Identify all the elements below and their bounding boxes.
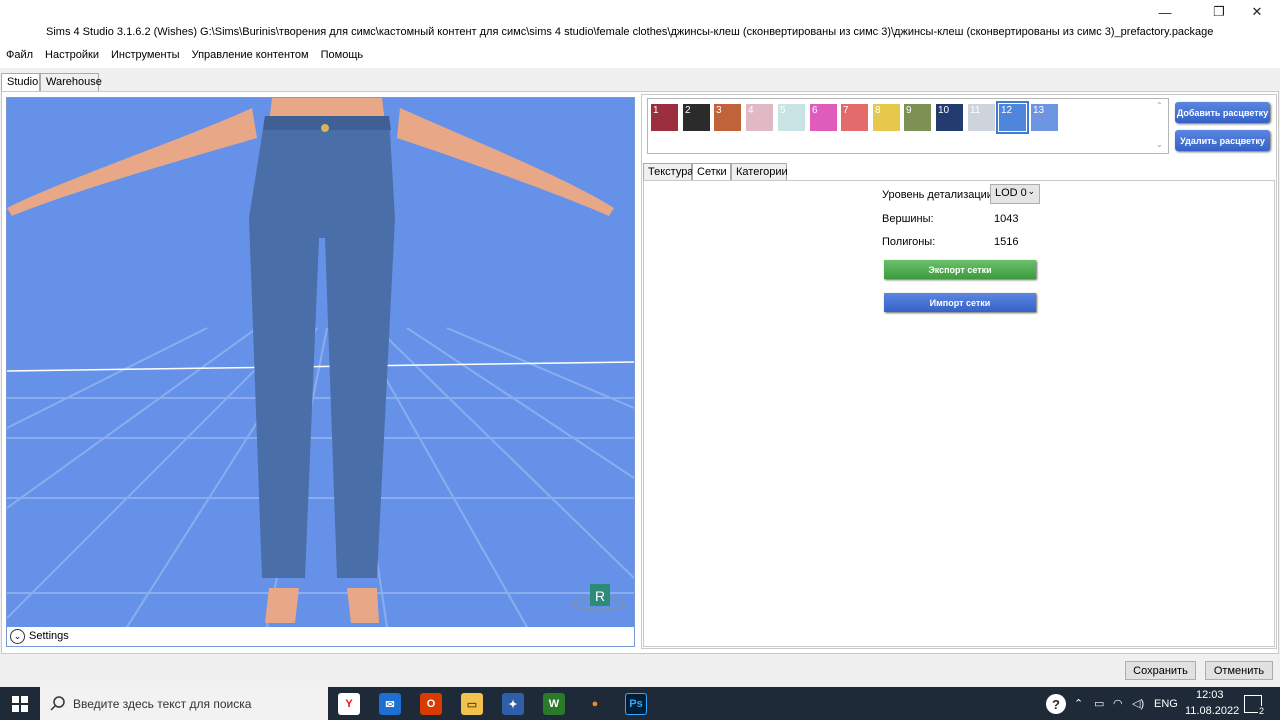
notification-count: 2 [1257,706,1265,716]
remove-swatch-button[interactable]: Удалить расцветку [1175,130,1270,151]
close-button[interactable]: ✕ [1234,0,1280,24]
mesh-tab-content [643,180,1275,647]
swatch-6[interactable]: 6 [810,104,837,131]
chevron-down-icon: ⌄ [1027,186,1035,196]
vertices-value: 1043 [994,213,1019,225]
clock-date[interactable]: 11.08.2022 [1185,705,1239,717]
3d-scene[interactable]: R [7,98,634,627]
volume-icon[interactable]: ◁) [1132,697,1144,710]
wholesale-app-icon[interactable]: W [543,693,565,715]
polygons-label: Полигоны: [882,236,936,248]
swatch-3[interactable]: 3 [714,104,741,131]
tab-studio[interactable]: Studio [1,73,40,92]
sims4studio-icon[interactable]: ✦ [502,693,524,715]
battery-icon[interactable]: ▭ [1094,697,1104,710]
swatch-2[interactable]: 2 [683,104,710,131]
swatch-scrollbar[interactable]: ⌃ ⌄ [1156,101,1166,151]
swatch-12[interactable]: 12 [996,101,1029,134]
menu-content-management[interactable]: Управление контентом [186,46,315,61]
swatch-list[interactable]: ⌃ ⌄ 1 2 3 4 5 6 7 8 9 10 11 12 13 [647,98,1169,154]
tab-warehouse[interactable]: Warehouse [40,73,102,92]
swatch-10[interactable]: 10 [936,104,963,131]
photoshop-icon[interactable]: Ps [625,693,647,715]
tray-chevron-up-icon[interactable]: ⌃ [1074,697,1083,710]
save-button[interactable]: Сохранить [1125,661,1196,680]
lod-select[interactable]: LOD 0 ⌄ [990,184,1040,204]
blender-icon[interactable]: ● [584,693,606,715]
yandex-browser-icon[interactable]: Y [338,693,360,715]
swatch-7[interactable]: 7 [841,104,868,131]
search-placeholder: Введите здесь текст для поиска [73,697,252,711]
scroll-up-icon[interactable]: ⌃ [1156,101,1166,110]
title-bar: Sims 4 Studio 3.1.6.2 (Wishes) G:\Sims\B… [0,0,1280,46]
import-mesh-button[interactable]: Импорт сетки [884,293,1036,312]
file-explorer-icon[interactable]: ▭ [461,693,483,715]
language-indicator[interactable]: ENG [1154,698,1178,710]
r-badge[interactable]: R [595,588,605,604]
export-mesh-button[interactable]: Экспорт сетки [884,260,1036,279]
swatch-13[interactable]: 13 [1031,104,1058,131]
search-icon [50,696,65,711]
menu-file[interactable]: Файл [0,46,39,61]
help-icon[interactable]: ? [1046,694,1066,714]
wifi-icon[interactable]: ◠ [1113,697,1123,710]
notification-icon[interactable]: 2 [1244,695,1265,716]
swatch-5[interactable]: 5 [778,104,805,131]
swatch-8[interactable]: 8 [873,104,900,131]
mail-icon[interactable]: ✉ [379,693,401,715]
vertices-label: Вершины: [882,213,934,225]
windows-start-icon[interactable] [12,696,28,712]
tab-meshes[interactable]: Сетки [692,163,731,181]
3d-viewport[interactable]: R ⌄ Settings [6,97,635,647]
chevron-down-icon[interactable]: ⌄ [10,629,25,644]
scroll-down-icon[interactable]: ⌄ [1156,140,1166,149]
settings-bar[interactable]: ⌄ Settings [7,627,634,646]
swatch-9[interactable]: 9 [904,104,931,131]
floor-grid [7,327,634,627]
cancel-button[interactable]: Отменить [1205,661,1273,680]
swatch-1[interactable]: 1 [651,104,678,131]
tab-categories[interactable]: Категории [731,163,788,181]
menu-bar: Файл Настройки Инструменты Управление конте… [0,46,1280,68]
office-icon[interactable]: O [420,693,442,715]
menu-help[interactable]: Помощь [315,46,370,61]
add-swatch-button[interactable]: Добавить расцветку [1175,102,1270,123]
polygons-value: 1516 [994,236,1019,248]
swatch-4[interactable]: 4 [746,104,773,131]
minimize-button[interactable]: — [1142,0,1188,24]
lod-label: Уровень детализации: [882,189,997,201]
scene-render: R [7,98,634,627]
menu-settings[interactable]: Настройки [39,46,105,61]
swatch-11[interactable]: 11 [968,104,995,131]
tab-texture[interactable]: Текстура [643,163,693,181]
window-title: Sims 4 Studio 3.1.6.2 (Wishes) G:\Sims\B… [46,26,1214,38]
lod-value: LOD 0 [995,187,1027,199]
menu-tools[interactable]: Инструменты [105,46,186,61]
taskbar-search[interactable]: Введите здесь текст для поиска [40,687,328,720]
clock-time[interactable]: 12:03 [1196,689,1224,701]
settings-label: Settings [29,630,69,642]
taskbar: Введите здесь текст для поиска Y ✉ O ▭ ✦… [0,687,1280,720]
